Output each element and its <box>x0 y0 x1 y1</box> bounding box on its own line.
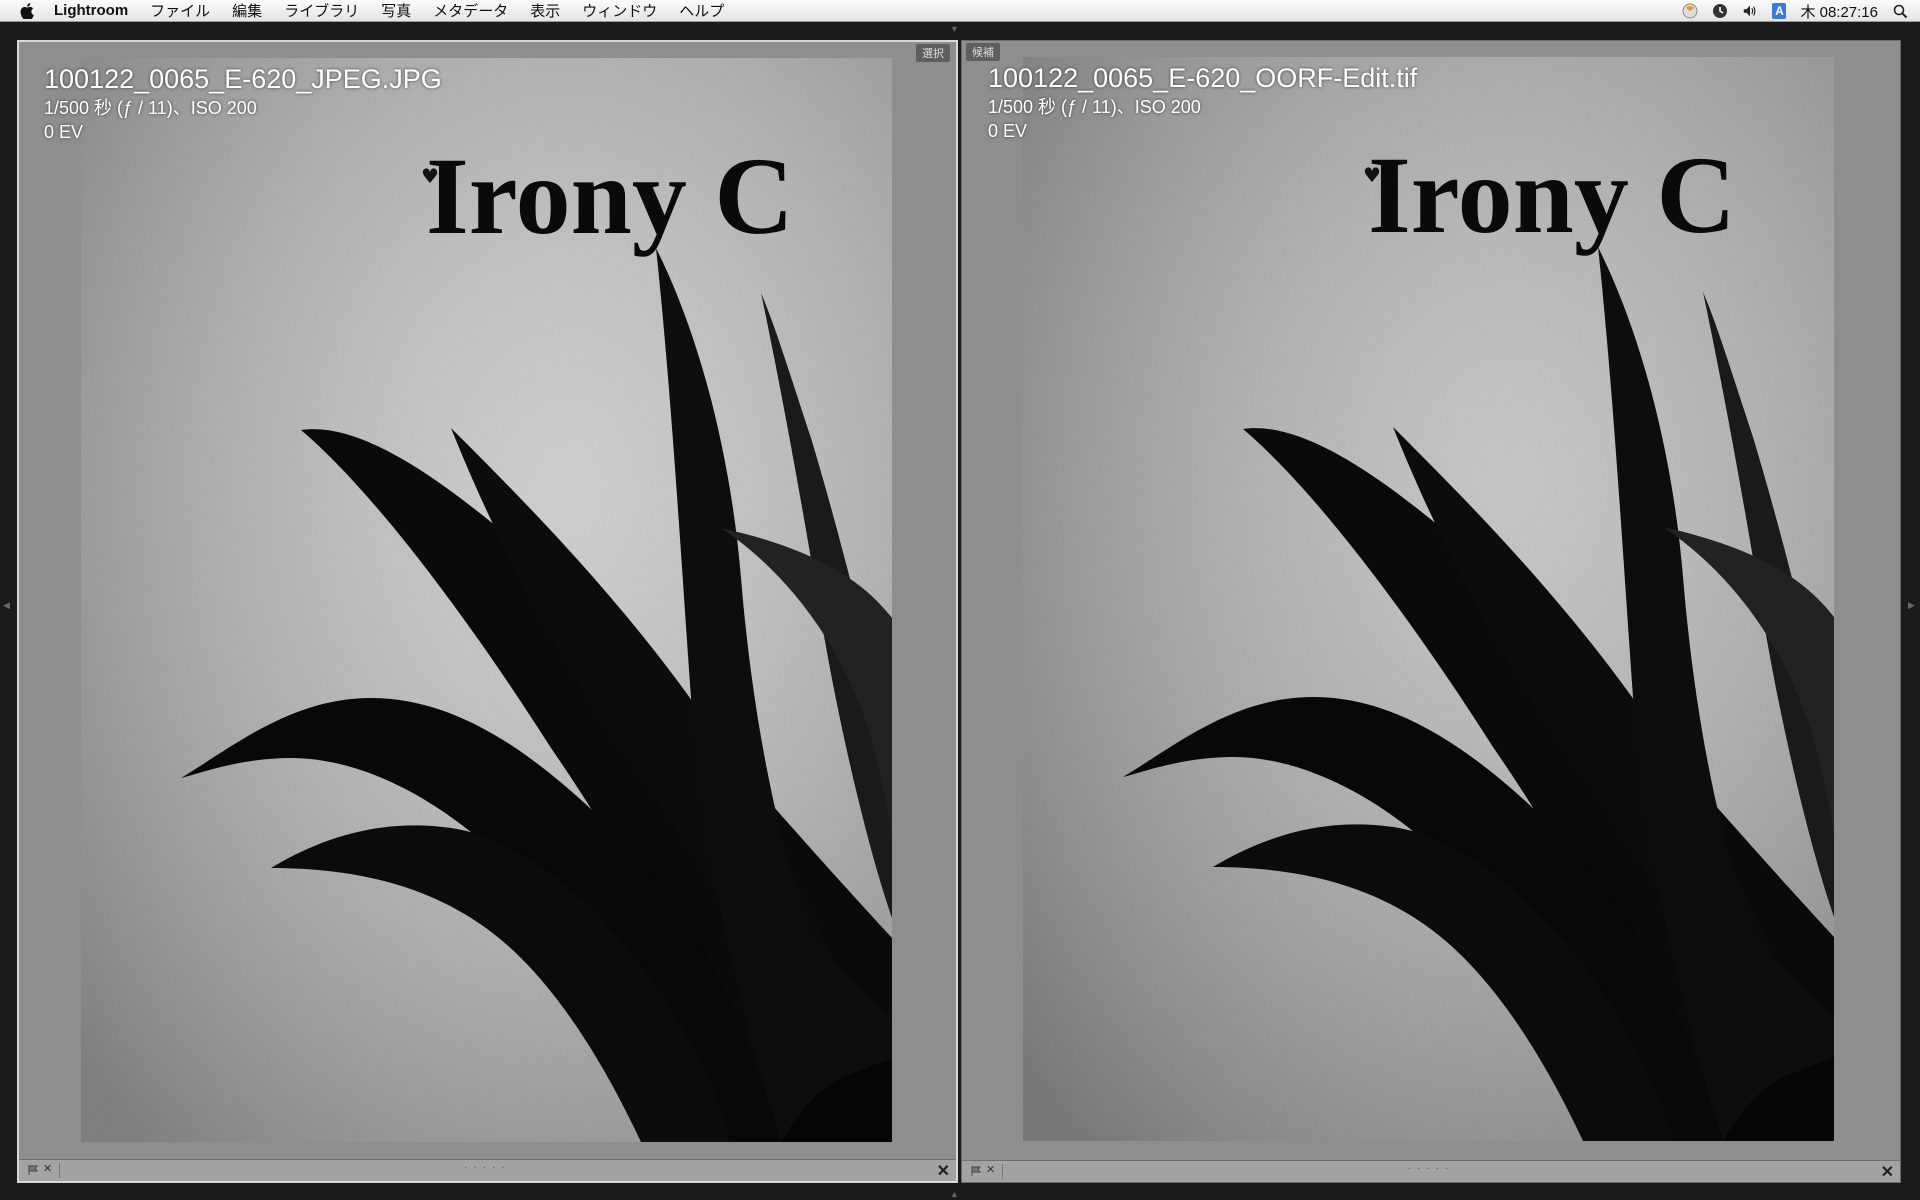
menu-photo[interactable]: 写真 <box>370 0 422 21</box>
menubar-clock[interactable]: 木 08:27:16 <box>1800 1 1878 22</box>
close-pane-icon[interactable]: ✕ <box>937 1161 950 1181</box>
menu-edit[interactable]: 編集 <box>221 0 273 21</box>
compare-pane-toolbar: ✕ ····· ✕ <box>19 1159 956 1181</box>
input-method-icon[interactable]: A <box>1772 3 1787 19</box>
select-tag: 選択 <box>916 44 950 62</box>
heart-icon: ♥ <box>421 164 439 188</box>
flag-icon[interactable] <box>27 1164 39 1176</box>
volume-icon[interactable] <box>1742 3 1758 19</box>
photo-info-overlay: 100122_0065_E-620_OORF-Edit.tif 1/500 秒 … <box>988 63 1417 141</box>
spotlight-search-icon[interactable] <box>1892 3 1908 19</box>
ev-label: 0 EV <box>44 121 84 142</box>
sign-text: Irony C <box>1368 134 1736 256</box>
filename-label: 100122_0065_E-620_JPEG.JPG <box>44 64 442 94</box>
wifi-icon[interactable] <box>1682 3 1698 19</box>
menu-help[interactable]: ヘルプ <box>668 0 735 21</box>
apple-icon[interactable] <box>14 2 40 19</box>
exposure-label: 1/500 秒 (ƒ / 11)、ISO 200 <box>44 98 257 119</box>
rating-stars[interactable]: ····· <box>1408 1163 1455 1174</box>
top-panel-toggle-icon[interactable]: ▼ <box>950 24 959 34</box>
bottom-panel-toggle-icon[interactable]: ▲ <box>950 1189 959 1199</box>
reject-icon[interactable]: ✕ <box>43 1162 52 1175</box>
compare-pane-candidate[interactable]: 候補 Irony C ♥ 100122_0065_E-620_OORF-Edit… <box>961 40 1901 1183</box>
left-panel-toggle-icon[interactable]: ◀ <box>3 600 10 611</box>
menu-metadata[interactable]: メタデータ <box>422 0 519 21</box>
photo-info-overlay: 100122_0065_E-620_JPEG.JPG 1/500 秒 (ƒ / … <box>44 64 442 142</box>
compare-pane-toolbar: ✕ ····· ✕ <box>962 1160 1900 1182</box>
time-machine-icon[interactable] <box>1712 3 1728 19</box>
menu-view[interactable]: 表示 <box>519 0 571 21</box>
rating-stars[interactable]: ····· <box>464 1162 511 1173</box>
compare-pane-select[interactable]: 選択 Irony C ♥ 100122_0065_E-620_JPEG.JPG … <box>17 40 958 1183</box>
exposure-label: 1/500 秒 (ƒ / 11)、ISO 200 <box>988 97 1201 118</box>
filename-label: 100122_0065_E-620_OORF-Edit.tif <box>988 63 1418 93</box>
top-panel-strip <box>0 23 1920 40</box>
menubar-status-area: A 木 08:27:16 <box>1682 0 1920 22</box>
candidate-tag: 候補 <box>966 43 1000 61</box>
menu-window[interactable]: ウィンドウ <box>571 0 668 21</box>
photo-jpeg[interactable]: Irony C ♥ <box>81 58 892 1142</box>
menu-app-lightroom[interactable]: Lightroom <box>40 2 139 19</box>
menu-file[interactable]: ファイル <box>139 0 221 21</box>
menubar: Lightroom ファイル 編集 ライブラリ 写真 メタデータ 表示 ウィンド… <box>0 0 1920 22</box>
photo-tif[interactable]: Irony C ♥ <box>1023 57 1834 1141</box>
heart-icon: ♥ <box>1363 163 1381 187</box>
menu-library[interactable]: ライブラリ <box>273 0 370 21</box>
sign-text: Irony C <box>426 135 794 257</box>
reject-icon[interactable]: ✕ <box>986 1163 995 1176</box>
right-panel-toggle-icon[interactable]: ▶ <box>1908 600 1915 611</box>
close-pane-icon[interactable]: ✕ <box>1881 1162 1894 1182</box>
flag-icon[interactable] <box>970 1165 982 1177</box>
ev-label: 0 EV <box>988 120 1028 141</box>
